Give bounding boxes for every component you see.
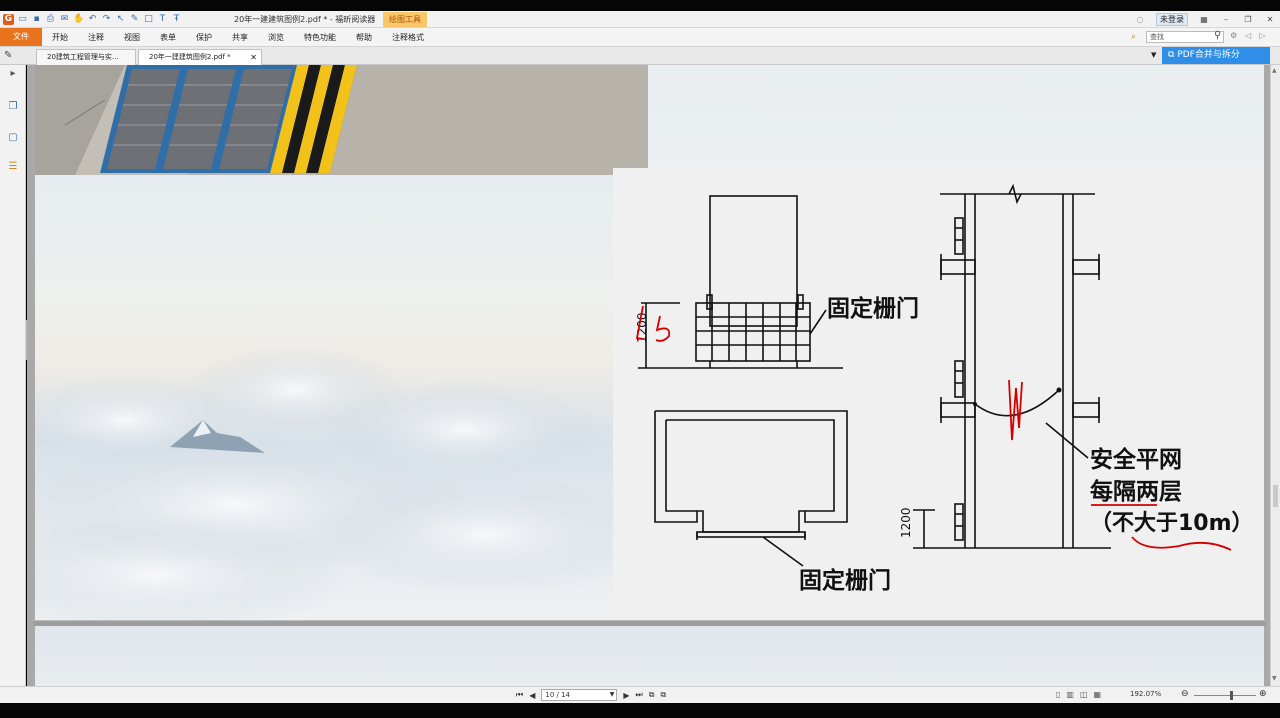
next-view-icon[interactable]: ⧉	[660, 690, 666, 700]
sky-background-image	[35, 175, 613, 620]
settings-icon[interactable]: ⚙	[1230, 31, 1237, 40]
menu-view[interactable]: 视图	[124, 32, 140, 43]
back-icon[interactable]: ◁	[1245, 31, 1251, 40]
find-icon[interactable]: ⌕	[1131, 32, 1141, 42]
first-page-icon[interactable]: ⏮	[516, 690, 523, 700]
menu-browse[interactable]: 浏览	[268, 32, 284, 43]
minimize-icon[interactable]: –	[1220, 15, 1232, 24]
window-title: 20年一建建筑图例2.pdf * - 福昕阅读器	[234, 15, 376, 24]
tab-document-2[interactable]: 20年一建建筑图例2.pdf * ✕	[138, 49, 262, 65]
diagram-label-fixed-gate-top: 固定栅门	[827, 295, 919, 322]
redo-icon[interactable]: ↷	[101, 14, 112, 25]
document-tab-bar: ✎ 20建筑工程管理与实... 20年一建建筑图例2.pdf * ✕ ▼ ⧉ P…	[0, 47, 1280, 65]
search-input[interactable]: 查找	[1146, 31, 1224, 43]
left-sidebar: ▸ ❐ ▢ ☰	[0, 65, 26, 686]
menu-help[interactable]: 帮助	[356, 32, 372, 43]
comments-icon[interactable]: ☰	[7, 161, 19, 173]
construction-photo	[35, 65, 648, 175]
forward-icon[interactable]: ▷	[1259, 31, 1265, 40]
select-tool-icon[interactable]: ↖	[115, 14, 126, 25]
scroll-up-icon[interactable]: ▲	[1272, 67, 1277, 74]
page-number-input[interactable]: 10 / 14 ▼	[541, 689, 618, 701]
zoom-in-icon[interactable]: ⊕	[1259, 689, 1267, 699]
scrollbar-thumb[interactable]	[1273, 485, 1278, 507]
zoom-slider[interactable]	[1194, 695, 1256, 696]
diagram-dim-right: 1200	[899, 507, 913, 538]
tab-document-2-label: 20年一建建筑图例2.pdf *	[149, 53, 231, 61]
text-tool-icon[interactable]: T	[157, 14, 168, 25]
restore-icon[interactable]: ❐	[1242, 15, 1254, 24]
menu-protect[interactable]: 保护	[196, 32, 212, 43]
window-controls: ◌ 未登录 ▦ – ❐ ✕	[1134, 13, 1276, 26]
single-page-icon[interactable]: ▯	[1056, 690, 1060, 699]
save-icon[interactable]: ▪	[31, 14, 42, 25]
page-thumbnails-icon[interactable]: ▢	[7, 132, 19, 144]
facing-page-icon[interactable]: ◫	[1080, 690, 1088, 699]
previous-view-icon[interactable]: ⧉	[649, 690, 655, 700]
rectangle-icon[interactable]: □	[143, 14, 154, 25]
login-button[interactable]: 未登录	[1156, 13, 1188, 26]
page-dropdown-icon[interactable]: ▼	[610, 690, 615, 700]
pdf-next-page	[35, 626, 1264, 686]
safety-diagram: 1200 1200 固定栅门 固定栅门 安全平网 每隔两层 （不大于10m）	[613, 168, 1264, 620]
menu-features[interactable]: 特色功能	[304, 32, 336, 43]
pencil-icon[interactable]: ✎	[129, 14, 140, 25]
zoom-slider-knob[interactable]	[1230, 691, 1233, 700]
menu-comment-format[interactable]: 注释格式	[392, 32, 424, 43]
bookmarks-icon[interactable]: ❐	[7, 101, 19, 113]
skin-icon[interactable]: ◌	[1134, 15, 1146, 24]
pdf-merge-label: PDF合并与拆分	[1177, 50, 1240, 60]
edit-icon[interactable]: ✎	[4, 50, 16, 62]
typewriter-icon[interactable]: Ŧ	[171, 14, 182, 25]
zoom-level[interactable]: 192.07%	[1130, 690, 1161, 698]
menu-items: 开始 注释 视图 表单 保护 共享 浏览 特色功能 帮助 注释格式	[52, 28, 444, 46]
diagram-label-fixed-gate-bottom: 固定栅门	[799, 567, 891, 594]
status-bar: ⏮ ◀ 10 / 14 ▼ ▶ ⏭ ⧉ ⧉ ▯ ▥ ◫ ▦ 192.07% ⊖ …	[0, 686, 1280, 703]
scroll-down-icon[interactable]: ▼	[1272, 675, 1277, 682]
close-icon[interactable]: ✕	[1264, 15, 1276, 24]
continuous-facing-icon[interactable]: ▦	[1094, 690, 1102, 699]
menu-bar: 文件 开始 注释 视图 表单 保护 共享 浏览 特色功能 帮助 注释格式 ⌕ 查…	[0, 28, 1280, 47]
last-page-icon[interactable]: ⏭	[636, 690, 643, 700]
merge-icon: ⧉	[1168, 50, 1175, 60]
page-number-value: 10 / 14	[545, 691, 570, 699]
view-mode-icons: ▯ ▥ ◫ ▦	[1056, 690, 1101, 699]
diagram-label-every-two-floors: 每隔两层	[1090, 478, 1182, 505]
page-navigation: ⏮ ◀ 10 / 14 ▼ ▶ ⏭ ⧉ ⧉	[516, 689, 666, 701]
menu-comment[interactable]: 注释	[88, 32, 104, 43]
zoom-out-icon[interactable]: ⊖	[1181, 689, 1189, 699]
layout-icon[interactable]: ▦	[1198, 15, 1210, 24]
menu-start[interactable]: 开始	[52, 32, 68, 43]
undo-icon[interactable]: ↶	[87, 14, 98, 25]
hand-tool-icon[interactable]: ✋	[73, 14, 84, 25]
top-black-border	[0, 0, 1280, 11]
tab-close-icon[interactable]: ✕	[250, 50, 257, 65]
pdf-page: 1200 1200 固定栅门 固定栅门 安全平网 每隔两层 （不大于10m）	[35, 65, 1264, 620]
quick-access-toolbar: G ▭ ▪ ⎙ ✉ ✋ ↶ ↷ ↖ ✎ □ T Ŧ	[3, 13, 182, 26]
drawing-tools-tab[interactable]: 绘图工具	[383, 12, 427, 27]
continuous-page-icon[interactable]: ▥	[1066, 690, 1074, 699]
vertical-scrollbar[interactable]: ▲ ▼	[1270, 65, 1280, 686]
next-page-icon[interactable]: ▶	[623, 691, 629, 700]
diagram-label-safety-net: 安全平网	[1090, 446, 1182, 473]
document-view[interactable]: 1200 1200 固定栅门 固定栅门 安全平网 每隔两层 （不大于10m）	[27, 65, 1270, 686]
search-icon[interactable]: ⚲	[1214, 30, 1221, 41]
app-logo-icon[interactable]: G	[3, 14, 14, 25]
menu-share[interactable]: 共享	[232, 32, 248, 43]
tab-document-1[interactable]: 20建筑工程管理与实...	[36, 49, 136, 65]
print-icon[interactable]: ⎙	[45, 14, 56, 25]
open-icon[interactable]: ▭	[17, 14, 28, 25]
tab-list-dropdown-icon[interactable]: ▼	[1151, 51, 1156, 59]
pdf-merge-split-button[interactable]: ⧉ PDF合并与拆分	[1162, 47, 1270, 64]
previous-page-icon[interactable]: ◀	[529, 691, 535, 700]
bottom-black-border	[0, 703, 1280, 718]
menu-right-controls: ⚙ ◁ ▷	[1230, 31, 1265, 40]
diagram-label-max-10m: （不大于10m）	[1090, 511, 1254, 536]
expand-sidebar-icon[interactable]: ▸	[7, 68, 19, 80]
title-bar: G ▭ ▪ ⎙ ✉ ✋ ↶ ↷ ↖ ✎ □ T Ŧ 20年一建建筑图例2.pdf…	[0, 11, 1280, 28]
email-icon[interactable]: ✉	[59, 14, 70, 25]
menu-file[interactable]: 文件	[0, 28, 42, 46]
menu-form[interactable]: 表单	[160, 32, 176, 43]
